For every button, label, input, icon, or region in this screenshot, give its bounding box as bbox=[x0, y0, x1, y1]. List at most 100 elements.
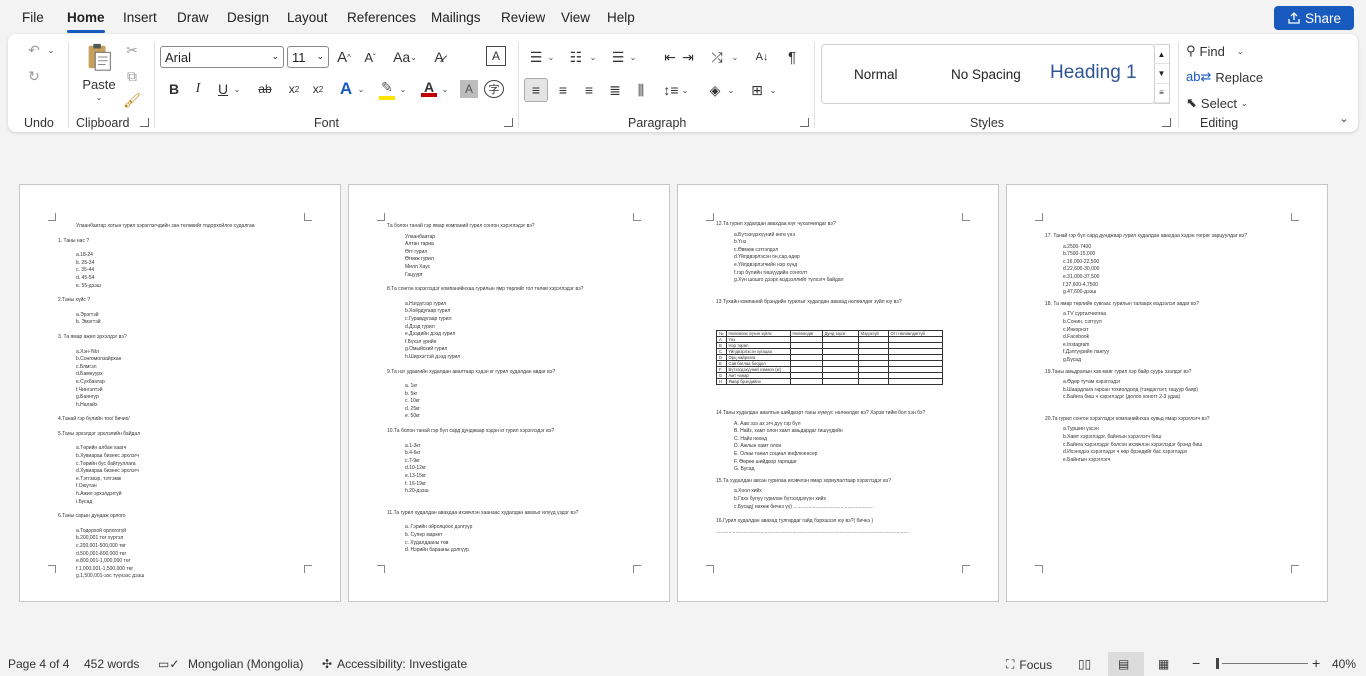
select-button[interactable]: ⬉ Select ⌄ bbox=[1186, 92, 1262, 114]
language-indicator[interactable]: Mongolian (Mongolia) bbox=[188, 657, 303, 671]
shrink-font-icon[interactable]: Aˇ bbox=[360, 46, 380, 68]
numbering-icon[interactable]: ☷ bbox=[566, 46, 586, 68]
text-direction-icon[interactable]: ⤮ bbox=[706, 46, 728, 68]
style-normal[interactable]: Normal bbox=[854, 67, 898, 82]
align-right-icon[interactable]: ≡ bbox=[578, 78, 600, 102]
tab-layout[interactable]: Layout bbox=[287, 10, 328, 25]
multilevel-list-icon[interactable]: ☰ bbox=[608, 46, 628, 68]
bold-icon[interactable]: B bbox=[164, 78, 184, 100]
chevron-down-icon: ⌄ bbox=[316, 51, 324, 61]
sort-icon[interactable]: A↓ bbox=[752, 46, 772, 68]
share-button[interactable]: Share bbox=[1274, 6, 1354, 30]
table-header-row: № Нөлөөлөх хүчин зүйлс Нөлөөлдөг Дунд зэ… bbox=[716, 330, 943, 337]
collapse-ribbon-icon[interactable]: ⌄ bbox=[1336, 110, 1352, 126]
zoom-out-icon[interactable]: − bbox=[1192, 655, 1200, 671]
tab-references[interactable]: References bbox=[347, 10, 416, 25]
borders-icon[interactable]: ⊞ bbox=[746, 78, 768, 102]
document-page-4[interactable]: 17. Танай гэр бүл сард дунджаар гурил ху… bbox=[1006, 184, 1328, 602]
font-color-icon[interactable]: A bbox=[418, 78, 440, 100]
web-layout-icon[interactable]: ▦ bbox=[1158, 657, 1169, 671]
change-case-button[interactable]: Aa ⌄ bbox=[390, 46, 420, 68]
decrease-indent-icon[interactable]: ⇤ bbox=[660, 46, 680, 68]
font-name-box[interactable]: Arial ⌄ bbox=[160, 46, 284, 68]
zoom-slider-thumb[interactable] bbox=[1216, 658, 1219, 669]
increase-indent-icon[interactable]: ⇥ bbox=[678, 46, 698, 68]
read-mode-icon[interactable]: ▯▯ bbox=[1078, 657, 1091, 671]
text-box-icon[interactable]: A bbox=[486, 46, 506, 66]
word-count[interactable]: 452 words bbox=[84, 657, 139, 671]
print-layout-icon[interactable]: ▤ bbox=[1118, 657, 1129, 671]
paragraph-launcher-icon[interactable] bbox=[800, 118, 809, 127]
focus-button[interactable]: ⛶ Focus bbox=[1006, 657, 1052, 672]
tab-home[interactable]: Home bbox=[67, 10, 105, 33]
underline-icon[interactable]: U bbox=[214, 78, 232, 100]
paste-icon[interactable] bbox=[82, 40, 116, 74]
page-count[interactable]: Page 4 of 4 bbox=[8, 657, 69, 671]
chevron-down-icon[interactable]: ▼ bbox=[1154, 64, 1169, 84]
text-effects-icon[interactable]: A bbox=[336, 78, 356, 100]
grow-font-icon[interactable]: A ^ bbox=[334, 46, 354, 68]
accessibility-status[interactable]: ✣ Accessibility: Investigate bbox=[322, 657, 467, 671]
align-left-icon[interactable]: ≡ bbox=[524, 78, 548, 102]
more-styles-icon[interactable]: ≡ bbox=[1154, 84, 1169, 103]
zoom-level[interactable]: 40% bbox=[1332, 657, 1356, 671]
line-spacing-dropdown-icon[interactable]: ⌄ bbox=[680, 78, 690, 102]
document-page-3[interactable]: 12.Та гурил худалдан авахдаа юуг чухалчи… bbox=[677, 184, 999, 602]
shading-dropdown-icon[interactable]: ⌄ bbox=[726, 78, 736, 102]
tab-help[interactable]: Help bbox=[607, 10, 635, 25]
style-heading-1[interactable]: Heading 1 bbox=[1050, 62, 1137, 84]
tab-view[interactable]: View bbox=[561, 10, 590, 25]
show-formatting-icon[interactable]: ¶ bbox=[782, 46, 802, 68]
undo-dropdown-icon[interactable]: ⌄ bbox=[46, 42, 56, 58]
copy-icon[interactable]: ⧉ bbox=[122, 66, 142, 86]
font-size-box[interactable]: 11 ⌄ bbox=[287, 46, 329, 68]
font-color-dropdown-icon[interactable]: ⌄ bbox=[440, 78, 450, 100]
redo-icon[interactable]: ↻ bbox=[24, 66, 44, 86]
chevron-up-icon[interactable]: ▲ bbox=[1154, 45, 1169, 65]
align-center-icon[interactable]: ≡ bbox=[552, 78, 574, 102]
character-shading-icon[interactable]: A bbox=[460, 80, 478, 98]
find-button[interactable]: ⚲ Find ⌄ bbox=[1186, 40, 1254, 62]
clear-formatting-icon[interactable]: A̷ bbox=[428, 46, 450, 68]
cut-icon[interactable]: ✂ bbox=[122, 40, 142, 60]
zoom-slider-track[interactable] bbox=[1222, 663, 1308, 664]
line-spacing-icon[interactable]: ↕≡ bbox=[660, 78, 682, 102]
paste-label[interactable]: Paste bbox=[80, 76, 118, 92]
font-launcher-icon[interactable] bbox=[504, 118, 513, 127]
numbering-dropdown-icon[interactable]: ⌄ bbox=[588, 46, 598, 68]
italic-icon[interactable]: I bbox=[188, 78, 208, 100]
underline-dropdown-icon[interactable]: ⌄ bbox=[232, 78, 242, 100]
bullets-icon[interactable]: ☰ bbox=[526, 46, 546, 68]
format-painter-icon[interactable]: 🖌 bbox=[122, 90, 142, 110]
document-page-2[interactable]: Та болон танай гэр ямар компаний гурил с… bbox=[348, 184, 670, 602]
style-no-spacing[interactable]: No Spacing bbox=[951, 67, 1021, 82]
proofing-icon[interactable]: ▭✓ bbox=[158, 657, 179, 671]
subscript-icon[interactable]: x2 bbox=[284, 78, 304, 100]
styles-launcher-icon[interactable] bbox=[1162, 118, 1171, 127]
undo-icon[interactable]: ↶ bbox=[24, 40, 44, 60]
highlight-icon[interactable]: ✎ bbox=[376, 78, 398, 100]
highlight-dropdown-icon[interactable]: ⌄ bbox=[398, 78, 408, 100]
tab-mailings[interactable]: Mailings bbox=[431, 10, 481, 25]
zoom-in-icon[interactable]: + bbox=[1312, 655, 1320, 671]
bullets-dropdown-icon[interactable]: ⌄ bbox=[546, 46, 556, 68]
distributed-icon[interactable]: ⫼ bbox=[630, 78, 652, 102]
enclose-characters-icon[interactable]: 字 bbox=[484, 80, 504, 98]
text-effects-dropdown-icon[interactable]: ⌄ bbox=[356, 78, 366, 100]
justify-icon[interactable]: ≣ bbox=[604, 78, 626, 102]
tab-insert[interactable]: Insert bbox=[123, 10, 157, 25]
tab-draw[interactable]: Draw bbox=[177, 10, 209, 25]
document-page-1[interactable]: Улаанбаатар хотын гурил хэрэглэгчдийн за… bbox=[19, 184, 341, 602]
replace-button[interactable]: ab⇄ Replace bbox=[1186, 66, 1266, 88]
shading-icon[interactable]: ◈ bbox=[704, 78, 726, 102]
paste-dropdown-icon[interactable]: ⌄ bbox=[92, 92, 106, 102]
superscript-icon[interactable]: x2 bbox=[308, 78, 328, 100]
strikethrough-icon[interactable]: ab bbox=[254, 78, 276, 100]
text-direction-dropdown-icon[interactable]: ⌄ bbox=[730, 46, 740, 68]
multilevel-list-dropdown-icon[interactable]: ⌄ bbox=[628, 46, 638, 68]
tab-review[interactable]: Review bbox=[501, 10, 545, 25]
tab-design[interactable]: Design bbox=[227, 10, 269, 25]
tab-file[interactable]: File bbox=[22, 10, 44, 25]
borders-dropdown-icon[interactable]: ⌄ bbox=[768, 78, 778, 102]
clipboard-launcher-icon[interactable] bbox=[140, 118, 149, 127]
